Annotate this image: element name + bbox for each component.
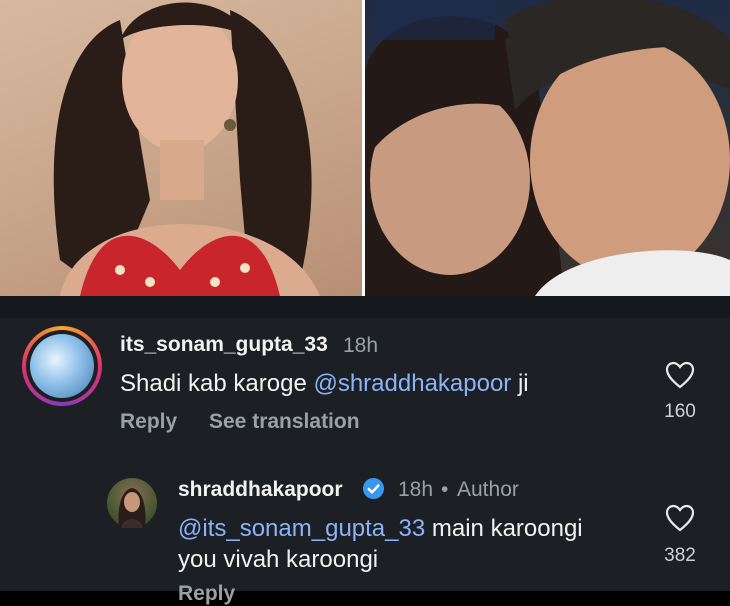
author-label: Author: [457, 478, 519, 501]
photo-woman-portrait: [0, 0, 362, 296]
post-photo-collage: [0, 0, 730, 296]
reply-body: main karoongi: [431, 515, 583, 542]
reply-username[interactable]: shraddhakapoor: [178, 478, 343, 502]
comment-text: Shadi kab karoge @shraddhakapoor ji: [120, 370, 529, 398]
like-count: 160: [664, 401, 696, 422]
reply-text-line-2: you vivah karoongi: [178, 546, 379, 573]
heart-outline-icon[interactable]: [665, 361, 695, 389]
comment-body-end: ji: [517, 370, 529, 397]
reply-mention-link[interactable]: @its_sonam_gupta_33: [178, 515, 425, 542]
comment-body: Shadi kab karoge: [120, 370, 307, 397]
reply-button[interactable]: Reply: [178, 582, 235, 606]
reply-button[interactable]: Reply: [120, 410, 177, 434]
avatar-image: [30, 334, 94, 398]
comment-timestamp: 18h: [343, 334, 379, 357]
heart-outline-icon[interactable]: [665, 504, 695, 532]
verified-badge-icon: [362, 477, 385, 500]
like-count: 382: [664, 545, 696, 566]
commenter-avatar[interactable]: [22, 326, 102, 406]
comment-username[interactable]: its_sonam_gupta_33: [120, 333, 328, 357]
avatar-image: [118, 488, 146, 528]
reply-timestamp: 18h: [398, 478, 434, 501]
comment-mention-link[interactable]: @shraddhakapoor: [313, 370, 511, 397]
overlay-strip: [0, 296, 730, 318]
photo-couple-selfie: [365, 0, 730, 296]
author-avatar[interactable]: [107, 478, 157, 528]
reply-text-line-1: @its_sonam_gupta_33 main karoongi: [178, 515, 583, 543]
see-translation-button[interactable]: See translation: [209, 410, 360, 434]
meta-separator: •: [441, 478, 449, 501]
